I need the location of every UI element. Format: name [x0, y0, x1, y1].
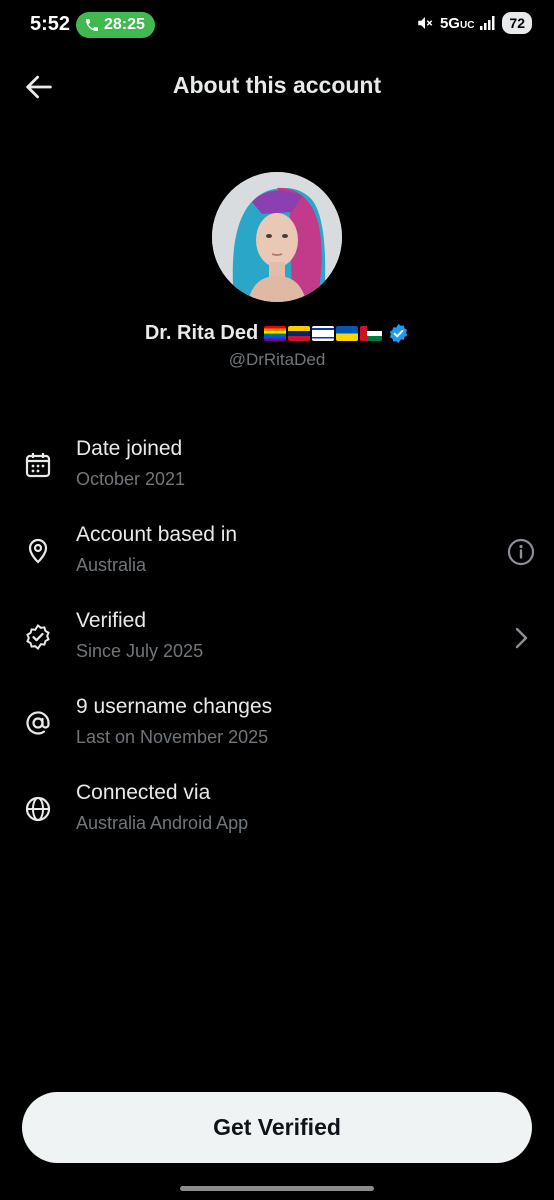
info-label: Connected via	[76, 781, 211, 804]
info-value: Australia	[76, 555, 147, 575]
signal-icon	[480, 16, 495, 30]
location-pin-icon	[28, 538, 48, 564]
at-sign-icon	[26, 711, 50, 735]
display-name: Dr. Rita Ded	[144, 322, 259, 344]
network-type: 5GUC	[439, 14, 475, 32]
ukraine-flag-icon	[336, 326, 359, 341]
phone-icon	[86, 19, 98, 31]
ongoing-call-pill[interactable]: 28:25	[76, 12, 155, 38]
venezuela-flag-icon	[288, 326, 311, 341]
info-value: October 2021	[76, 469, 186, 489]
call-timer: 28:25	[104, 16, 145, 33]
info-label: Date joined	[76, 437, 183, 460]
get-verified-button[interactable]: Get Verified	[22, 1092, 532, 1163]
info-label: Verified	[76, 609, 147, 632]
rainbow-flag-icon	[264, 326, 287, 341]
battery-level: 72	[502, 12, 532, 34]
status-time: 5:52	[30, 13, 71, 35]
flag-emojis	[264, 326, 383, 341]
info-row-verified[interactable]: Verified Since July 2025	[0, 609, 554, 679]
globe-icon	[25, 796, 51, 822]
palestine-flag-icon	[360, 326, 383, 341]
status-bar: 5:52 28:25 5GUC 72	[0, 0, 554, 52]
username-handle: @DrRitaDed	[228, 350, 326, 369]
info-value: Since July 2025	[76, 641, 204, 661]
calendar-icon	[25, 453, 51, 478]
info-value: Last on November 2025	[76, 727, 269, 747]
info-row-connected-via: Connected via Australia Android App	[0, 781, 554, 851]
profile-name-row: Dr. Rita Ded	[0, 322, 554, 345]
israel-flag-icon	[312, 326, 335, 341]
profile-photo	[212, 172, 342, 302]
info-row-username-changes: 9 username changes Last on November 2025	[0, 695, 554, 765]
system-indicators: 5GUC 72	[416, 12, 532, 34]
info-label: 9 username changes	[76, 695, 273, 718]
home-indicator[interactable]	[180, 1186, 374, 1191]
chevron-right-icon	[515, 627, 528, 649]
info-row-account-based-in: Account based in Australia	[0, 523, 554, 593]
page-title: About this account	[172, 72, 382, 98]
verified-check-icon	[390, 323, 408, 344]
info-row-date-joined: Date joined October 2021	[0, 437, 554, 507]
verified-badge-icon	[26, 624, 50, 650]
info-icon[interactable]	[506, 537, 536, 567]
info-value: Australia Android App	[76, 813, 249, 833]
avatar	[212, 172, 342, 302]
info-label: Account based in	[76, 523, 238, 546]
mute-icon	[418, 17, 433, 29]
